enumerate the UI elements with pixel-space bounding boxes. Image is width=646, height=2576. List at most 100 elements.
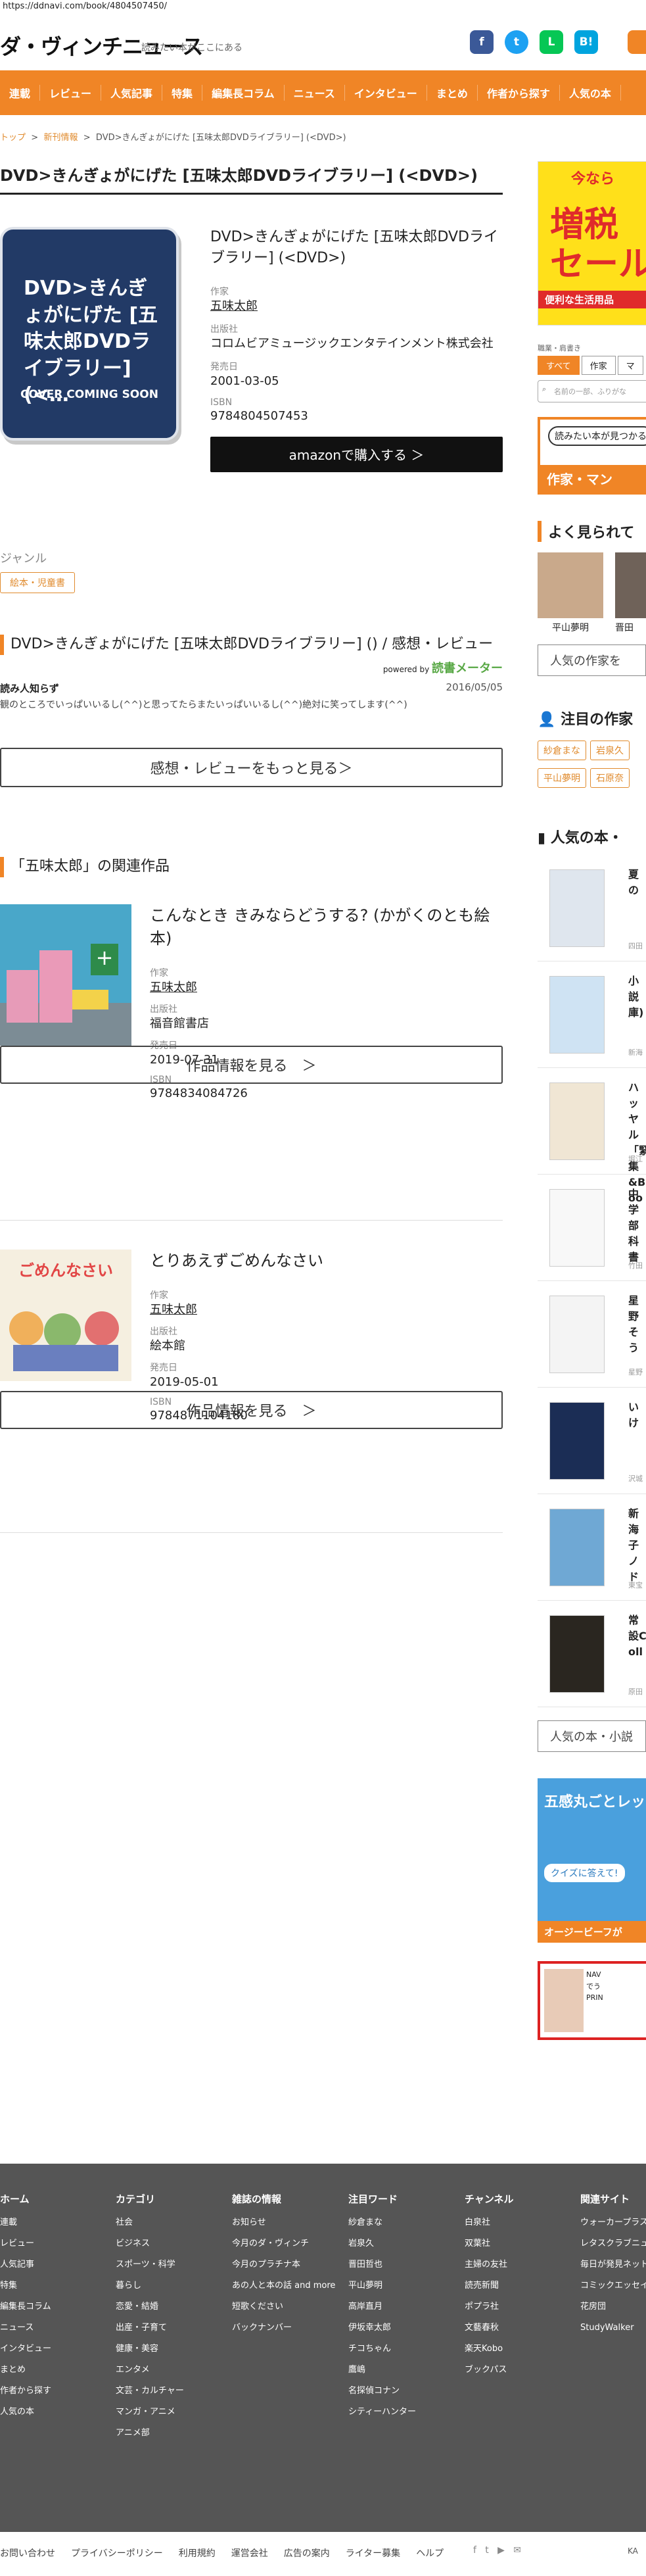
footer-link[interactable]: 伊坂幸太郎 — [348, 2318, 416, 2339]
footer-link[interactable]: 平山夢明 — [348, 2275, 416, 2297]
footer-link[interactable]: コミックエッセイ — [580, 2275, 646, 2297]
footer-link[interactable]: 人気の本 — [0, 2402, 51, 2423]
popular-book-item[interactable]: 星野そう 星野 — [538, 1290, 646, 1388]
breadcrumb-news[interactable]: 新刊情報 — [43, 133, 78, 143]
popular-book-item[interactable]: 新海子ノド 東宝 — [538, 1503, 646, 1601]
related-author[interactable]: 五味太郎 — [150, 981, 197, 994]
footer-link[interactable]: 社会 — [116, 2212, 184, 2233]
facebook-icon[interactable]: f — [473, 2545, 476, 2556]
footer-link[interactable]: StudyWalker — [580, 2318, 646, 2339]
author-search-input[interactable]: ⌕ 名前の一部、ふりがな — [538, 380, 646, 402]
footer-link[interactable]: 今月のダ・ヴィンチ — [232, 2233, 335, 2254]
menu-icon[interactable] — [628, 30, 646, 54]
footer-link[interactable]: エンタメ — [116, 2360, 184, 2381]
footer-link[interactable]: ウォーカープラス — [580, 2212, 646, 2233]
attention-tag[interactable]: 岩泉久 — [590, 741, 630, 760]
footer-link[interactable]: 連載 — [0, 2212, 51, 2233]
youtube-icon[interactable]: ▶ — [497, 2545, 505, 2556]
footer-link[interactable]: 鷹嶋 — [348, 2360, 416, 2381]
nav-interview[interactable]: インタビュー — [345, 85, 427, 101]
nav-serial[interactable]: 連載 — [0, 85, 41, 101]
footer-link[interactable]: 文藝春秋 — [465, 2318, 514, 2339]
popular-book-item[interactable]: 夏の 四田 — [538, 864, 646, 961]
related-author[interactable]: 五味太郎 — [150, 1303, 197, 1317]
tab-all[interactable]: すべて — [538, 356, 580, 375]
attention-tag[interactable]: 平山夢明 — [538, 768, 586, 788]
footer-link[interactable]: 岩泉久 — [348, 2233, 416, 2254]
popular-author[interactable]: 平山夢明 — [538, 552, 603, 634]
footer-bottom-link[interactable]: お問い合わせ — [0, 2548, 55, 2559]
footer-link[interactable]: レビュー — [0, 2233, 51, 2254]
footer-link[interactable]: 健康・美容 — [116, 2339, 184, 2360]
footer-bottom-link[interactable]: プライバシーポリシー — [71, 2548, 163, 2559]
footer-link[interactable]: 読売新聞 — [465, 2275, 514, 2297]
twitter-icon[interactable]: t — [505, 30, 528, 54]
footer-link[interactable]: 作者から探す — [0, 2381, 51, 2402]
popular-author[interactable]: 晋田 — [615, 552, 646, 634]
tab-manga[interactable]: マ — [617, 356, 643, 375]
footer-link[interactable]: 名探偵コナン — [348, 2381, 416, 2402]
nav-popular[interactable]: 人気記事 — [101, 85, 163, 101]
footer-link[interactable]: 晋田哲也 — [348, 2254, 416, 2275]
footer-link[interactable]: インタビュー — [0, 2339, 51, 2360]
sidebar-banner-navi[interactable]: NAV でう PRIN — [538, 1961, 646, 2040]
footer-link[interactable]: あの人と本の話 and more — [232, 2275, 335, 2297]
footer-link[interactable]: 人気記事 — [0, 2254, 51, 2275]
footer-link[interactable]: チコちゃん — [348, 2339, 416, 2360]
sidebar-banner-sale[interactable]: 今なら 増税 セール 便利な生活用品 — [538, 161, 646, 326]
related-title[interactable]: こんなとき きみならどうする? (かがくのとも絵本) — [150, 906, 490, 948]
popular-book-item[interactable]: 小説庫) 新海 — [538, 971, 646, 1068]
footer-link[interactable]: レタスクラブニュース — [580, 2233, 646, 2254]
footer-link[interactable]: 短歌ください — [232, 2297, 335, 2318]
footer-link[interactable]: 楽天Kobo — [465, 2339, 514, 2360]
related-detail-button[interactable]: 作品情報を見る ＞ — [0, 1391, 503, 1429]
footer-link[interactable]: ポプラ社 — [465, 2297, 514, 2318]
footer-link[interactable]: 双葉社 — [465, 2233, 514, 2254]
related-detail-button[interactable]: 作品情報を見る ＞ — [0, 1046, 503, 1084]
nav-editor-column[interactable]: 編集長コラム — [202, 85, 285, 101]
footer-link[interactable]: 今月のプラチナ本 — [232, 2254, 335, 2275]
attention-tag[interactable]: 紗倉まな — [538, 741, 586, 760]
footer-link[interactable]: 紗倉まな — [348, 2212, 416, 2233]
bookmeter-logo[interactable]: 読書メーター — [432, 662, 503, 675]
nav-news[interactable]: ニュース — [285, 85, 345, 101]
sidebar-banner-beef[interactable]: 五感丸ごとレッツ クイズに答えて! オージービーフが — [538, 1778, 646, 1943]
footer-link[interactable]: 文芸・カルチャー — [116, 2381, 184, 2402]
amazon-button[interactable]: amazonで購入する ＞ — [210, 436, 503, 472]
nav-author-search[interactable]: 作者から探す — [478, 85, 560, 101]
footer-link[interactable]: 暮らし — [116, 2275, 184, 2297]
attention-tag[interactable]: 石原奈 — [590, 768, 630, 788]
footer-bottom-link[interactable]: ライター募集 — [346, 2548, 400, 2559]
popular-book-item[interactable]: ハッヤル「緊集&Boo 堀江 — [538, 1077, 646, 1204]
popular-book-item[interactable]: 常設Coll 原田 — [538, 1610, 646, 1707]
footer-link[interactable]: 出産・子育て — [116, 2318, 184, 2339]
related-cover-2[interactable]: ごめんなさい — [0, 1250, 131, 1391]
nav-feature[interactable]: 特集 — [162, 85, 203, 101]
footer-link[interactable]: 白泉社 — [465, 2212, 514, 2233]
more-reviews-button[interactable]: 感想・レビューをもっと見る＞ — [0, 747, 503, 787]
author-link[interactable]: 五味太郎 — [210, 299, 258, 313]
footer-link[interactable]: アニメ部 — [116, 2423, 184, 2444]
nav-review[interactable]: レビュー — [40, 85, 102, 101]
line-icon[interactable]: L — [540, 30, 563, 54]
footer-link[interactable]: シティーハンター — [348, 2402, 416, 2423]
mail-icon[interactable]: ✉ — [513, 2545, 521, 2556]
footer-link[interactable]: 編集長コラム — [0, 2297, 51, 2318]
footer-link[interactable]: まとめ — [0, 2360, 51, 2381]
nav-popular-books[interactable]: 人気の本 — [560, 85, 621, 101]
popular-book-item[interactable]: 中学部科書 竹田 — [538, 1184, 646, 1281]
footer-link[interactable]: 特集 — [0, 2275, 51, 2297]
footer-link[interactable]: ニュース — [0, 2318, 51, 2339]
footer-link[interactable]: ビジネス — [116, 2233, 184, 2254]
footer-link[interactable]: 主婦の友社 — [465, 2254, 514, 2275]
facebook-icon[interactable]: f — [470, 30, 494, 54]
twitter-icon[interactable]: t — [485, 2545, 489, 2556]
footer-bottom-link[interactable]: 運営会社 — [231, 2548, 268, 2559]
hatena-icon[interactable]: B! — [574, 30, 598, 54]
genre-tag[interactable]: 絵本・児童書 — [0, 572, 75, 593]
sidebar-author-promo[interactable]: 読みたい本が見つかる 作家・マン — [538, 417, 646, 495]
nav-matome[interactable]: まとめ — [427, 85, 478, 101]
footer-link[interactable]: ブックパス — [465, 2360, 514, 2381]
footer-link[interactable]: マンガ・アニメ — [116, 2402, 184, 2423]
related-title[interactable]: とりあえずごめんなさい — [150, 1252, 323, 1270]
